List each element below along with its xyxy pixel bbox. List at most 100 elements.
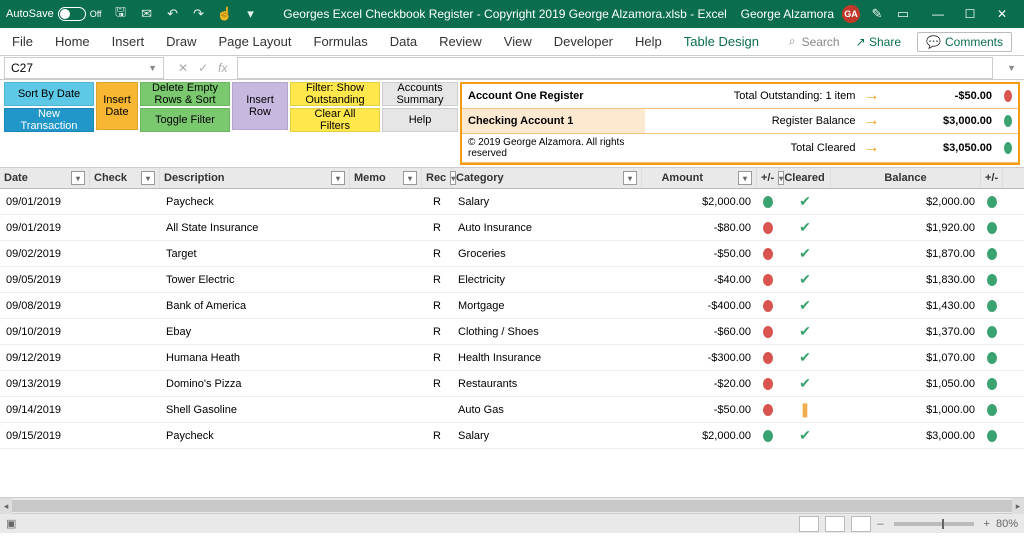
username[interactable]: George Alzamora <box>741 7 834 21</box>
cell-check[interactable] <box>90 423 160 448</box>
touch-icon[interactable]: ☝ <box>216 5 234 23</box>
cell-memo[interactable] <box>350 397 422 422</box>
cell-category[interactable]: Auto Gas <box>452 397 642 422</box>
cell-description[interactable]: All State Insurance <box>160 215 350 240</box>
col-cleared[interactable]: Cleared <box>779 168 831 188</box>
cell-balance[interactable]: $1,070.00 <box>831 345 981 370</box>
cell-amount[interactable]: -$300.00 <box>642 345 757 370</box>
cell-category[interactable]: Clothing / Shoes <box>452 319 642 344</box>
cell-memo[interactable] <box>350 241 422 266</box>
col-balance-sign[interactable]: +/- <box>981 168 1003 188</box>
tab-insert[interactable]: Insert <box>112 34 145 49</box>
cell-check[interactable] <box>90 319 160 344</box>
tab-view[interactable]: View <box>504 34 532 49</box>
cell-rec[interactable] <box>422 397 452 422</box>
cell-cleared[interactable]: ✔ <box>779 215 831 240</box>
cell-rec[interactable]: R <box>422 267 452 292</box>
cell-amount[interactable]: -$50.00 <box>642 241 757 266</box>
cell-amount[interactable]: -$60.00 <box>642 319 757 344</box>
avatar[interactable]: GA <box>842 5 860 23</box>
cell-date[interactable]: 09/05/2019 <box>0 267 90 292</box>
cell-category[interactable]: Groceries <box>452 241 642 266</box>
cell-balance[interactable]: $1,920.00 <box>831 215 981 240</box>
cell-check[interactable] <box>90 267 160 292</box>
cell-description[interactable]: Ebay <box>160 319 350 344</box>
delete-empty-rows-button[interactable]: Delete Empty Rows & Sort <box>140 82 230 106</box>
tab-draw[interactable]: Draw <box>166 34 196 49</box>
new-transaction-button[interactable]: New Transaction <box>4 108 94 132</box>
cell-category[interactable]: Salary <box>452 189 642 214</box>
col-balance[interactable]: Balance <box>831 168 981 188</box>
filter-dropdown-icon[interactable]: ▾ <box>623 171 637 185</box>
cell-rec[interactable]: R <box>422 215 452 240</box>
col-date[interactable]: Date▾ <box>0 168 90 188</box>
cell-cleared[interactable]: ✔ <box>779 423 831 448</box>
comments-button[interactable]: 💬 Comments <box>917 32 1012 52</box>
cell-description[interactable]: Bank of America <box>160 293 350 318</box>
cell-description[interactable]: Tower Electric <box>160 267 350 292</box>
table-row[interactable]: 09/14/2019Shell GasolineAuto Gas-$50.00❚… <box>0 397 1024 423</box>
search-box[interactable]: ⌕Search <box>789 34 840 49</box>
cell-check[interactable] <box>90 345 160 370</box>
cell-memo[interactable] <box>350 267 422 292</box>
clear-all-filters-button[interactable]: Clear All Filters <box>290 108 380 132</box>
cell-balance[interactable]: $1,870.00 <box>831 241 981 266</box>
ribbon-display-icon[interactable]: ▭ <box>894 5 912 23</box>
col-amount-sign[interactable]: +/-▾ <box>757 168 779 188</box>
share-button[interactable]: ↗ Share <box>856 35 901 49</box>
cell-cleared[interactable]: ✔ <box>779 319 831 344</box>
scroll-thumb[interactable] <box>12 500 1012 512</box>
insert-date-button[interactable]: Insert Date <box>96 82 138 130</box>
view-page-layout-icon[interactable] <box>825 516 845 532</box>
cell-description[interactable]: Paycheck <box>160 423 350 448</box>
accounts-summary-button[interactable]: Accounts Summary <box>382 82 458 106</box>
cell-check[interactable] <box>90 371 160 396</box>
table-row[interactable]: 09/13/2019Domino's PizzaRRestaurants-$20… <box>0 371 1024 397</box>
filter-dropdown-icon[interactable]: ▾ <box>738 171 752 185</box>
col-category[interactable]: Category▾ <box>452 168 642 188</box>
cell-description[interactable]: Humana Heath <box>160 345 350 370</box>
col-amount[interactable]: Amount▾ <box>642 168 757 188</box>
filter-dropdown-icon[interactable]: ▾ <box>141 171 155 185</box>
cell-amount[interactable]: -$20.00 <box>642 371 757 396</box>
fx-icon[interactable]: fx <box>218 61 227 75</box>
record-macro-icon[interactable]: ▣ <box>6 517 16 530</box>
cell-cleared[interactable]: ✔ <box>779 345 831 370</box>
scroll-right-icon[interactable]: ▸ <box>1012 498 1024 514</box>
cell-rec[interactable]: R <box>422 423 452 448</box>
cell-memo[interactable] <box>350 215 422 240</box>
cell-amount[interactable]: -$80.00 <box>642 215 757 240</box>
cell-date[interactable]: 09/14/2019 <box>0 397 90 422</box>
cell-balance[interactable]: $2,000.00 <box>831 189 981 214</box>
cell-rec[interactable]: R <box>422 371 452 396</box>
cell-category[interactable]: Restaurants <box>452 371 642 396</box>
cell-date[interactable]: 09/10/2019 <box>0 319 90 344</box>
cell-category[interactable]: Health Insurance <box>452 345 642 370</box>
cell-cleared[interactable]: ❚ <box>779 397 831 422</box>
cell-category[interactable]: Mortgage <box>452 293 642 318</box>
cell-date[interactable]: 09/15/2019 <box>0 423 90 448</box>
col-description[interactable]: Description▾ <box>160 168 350 188</box>
filter-show-outstanding-button[interactable]: Filter: Show Outstanding <box>290 82 380 106</box>
cell-rec[interactable]: R <box>422 319 452 344</box>
qat-dropdown-icon[interactable]: ▾ <box>242 5 260 23</box>
cell-check[interactable] <box>90 397 160 422</box>
help-button[interactable]: Help <box>382 108 458 132</box>
filter-dropdown-icon[interactable]: ▾ <box>331 171 345 185</box>
cell-amount[interactable]: $2,000.00 <box>642 189 757 214</box>
enter-formula-icon[interactable]: ✓ <box>198 61 208 75</box>
cell-balance[interactable]: $3,000.00 <box>831 423 981 448</box>
table-row[interactable]: 09/01/2019All State InsuranceRAuto Insur… <box>0 215 1024 241</box>
cell-date[interactable]: 09/02/2019 <box>0 241 90 266</box>
zoom-in-icon[interactable]: + <box>984 518 990 530</box>
tab-help[interactable]: Help <box>635 34 662 49</box>
cell-category[interactable]: Salary <box>452 423 642 448</box>
col-memo[interactable]: Memo▾ <box>350 168 422 188</box>
tab-review[interactable]: Review <box>439 34 482 49</box>
cell-date[interactable]: 09/01/2019 <box>0 189 90 214</box>
table-row[interactable]: 09/08/2019Bank of AmericaRMortgage-$400.… <box>0 293 1024 319</box>
draw-mode-icon[interactable]: ✎ <box>868 5 886 23</box>
toggle-filter-button[interactable]: Toggle Filter <box>140 108 230 132</box>
tab-data[interactable]: Data <box>390 34 417 49</box>
zoom-level[interactable]: 80% <box>996 518 1018 530</box>
